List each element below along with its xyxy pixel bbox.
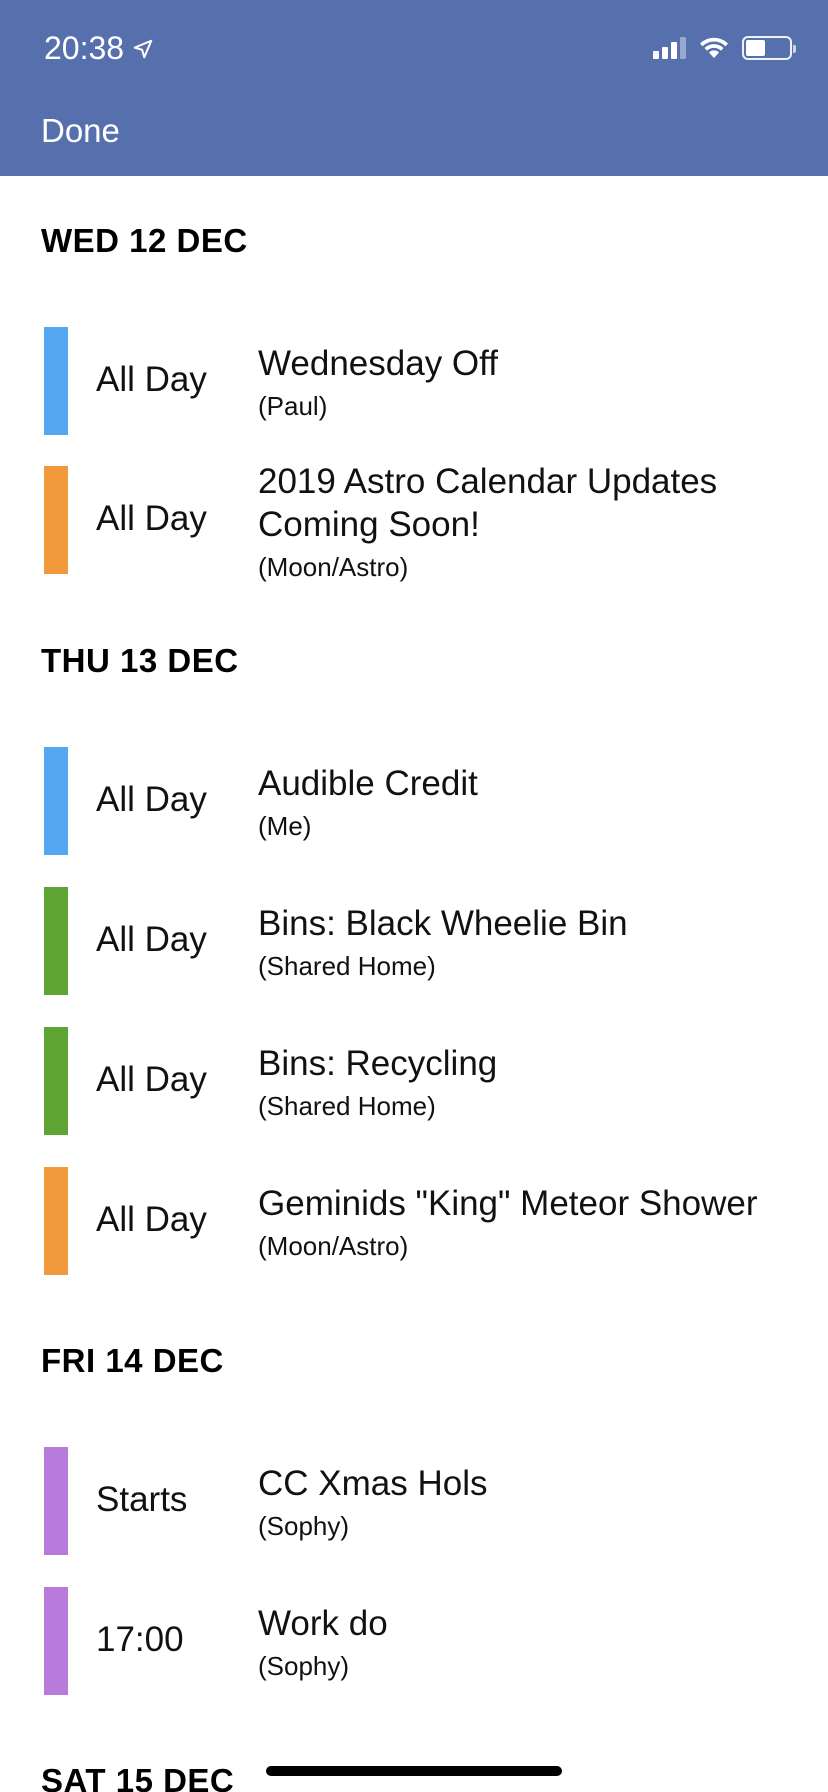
event-time: Starts <box>96 1480 188 1519</box>
done-button[interactable]: Done <box>41 112 120 150</box>
calendar-color-bar <box>44 887 68 995</box>
day-heading: WED 12 DEC <box>41 222 248 259</box>
calendar-color-bar <box>44 1447 68 1555</box>
event-calendar: (Sophy) <box>258 1651 350 1681</box>
status-indicators <box>653 36 796 60</box>
event-calendar: (Sophy) <box>258 1511 350 1541</box>
event-time: 17:00 <box>96 1620 184 1659</box>
event-row[interactable]: All Day Audible Credit (Me) <box>0 747 828 857</box>
calendar-color-bar <box>44 466 68 574</box>
event-row[interactable]: All Day 2019 Astro Calendar Updates Comi… <box>0 462 828 591</box>
day-heading: SAT 15 DEC <box>41 1762 235 1792</box>
event-row[interactable]: All Day Wednesday Off (Paul) <box>0 327 828 437</box>
calendar-color-bar <box>44 747 68 855</box>
event-row[interactable]: All Day Bins: Recycling (Shared Home) <box>0 1027 828 1137</box>
status-time-text: 20:38 <box>44 30 125 66</box>
event-row[interactable]: All Day Bins: Black Wheelie Bin (Shared … <box>0 887 828 997</box>
event-title: Geminids "King" Meteor Shower <box>258 1184 758 1223</box>
event-title: Bins: Black Wheelie Bin <box>258 904 628 943</box>
event-title: Wednesday Off <box>258 344 498 383</box>
day-heading: FRI 14 DEC <box>41 1342 224 1379</box>
calendar-color-bar <box>44 1167 68 1275</box>
event-title: 2019 Astro Calendar Updates Coming Soon! <box>258 462 718 544</box>
event-time: All Day <box>96 780 207 819</box>
event-calendar: (Shared Home) <box>258 1091 436 1121</box>
home-indicator[interactable] <box>266 1766 562 1776</box>
event-calendar: (Shared Home) <box>258 951 436 981</box>
wifi-icon <box>700 37 728 58</box>
location-arrow-icon <box>133 39 153 58</box>
top-bar: 20:38 Done <box>0 0 828 176</box>
event-title: Audible Credit <box>258 764 478 803</box>
event-time: All Day <box>96 1060 207 1099</box>
event-calendar: (Paul) <box>258 391 328 421</box>
event-title: Bins: Recycling <box>258 1044 498 1083</box>
calendar-color-bar <box>44 1027 68 1135</box>
event-calendar: (Me) <box>258 811 312 841</box>
day-heading: THU 13 DEC <box>41 642 239 679</box>
event-time: All Day <box>96 499 207 538</box>
event-calendar: (Moon/Astro) <box>258 552 409 582</box>
status-bar-time: 20:38 <box>44 30 154 67</box>
calendar-color-bar <box>44 327 68 435</box>
event-row[interactable]: All Day Geminids "King" Meteor Shower (M… <box>0 1167 828 1277</box>
calendar-color-bar <box>44 1587 68 1695</box>
event-calendar: (Moon/Astro) <box>258 1231 409 1261</box>
event-time: All Day <box>96 920 207 959</box>
event-row[interactable]: Starts CC Xmas Hols (Sophy) <box>0 1447 828 1557</box>
cellular-signal-icon <box>653 37 686 59</box>
event-time: All Day <box>96 360 207 399</box>
event-row[interactable]: 17:00 Work do (Sophy) <box>0 1587 828 1697</box>
event-title: Work do <box>258 1604 388 1643</box>
event-title: CC Xmas Hols <box>258 1464 488 1503</box>
battery-icon <box>742 36 796 60</box>
event-time: All Day <box>96 1200 207 1239</box>
